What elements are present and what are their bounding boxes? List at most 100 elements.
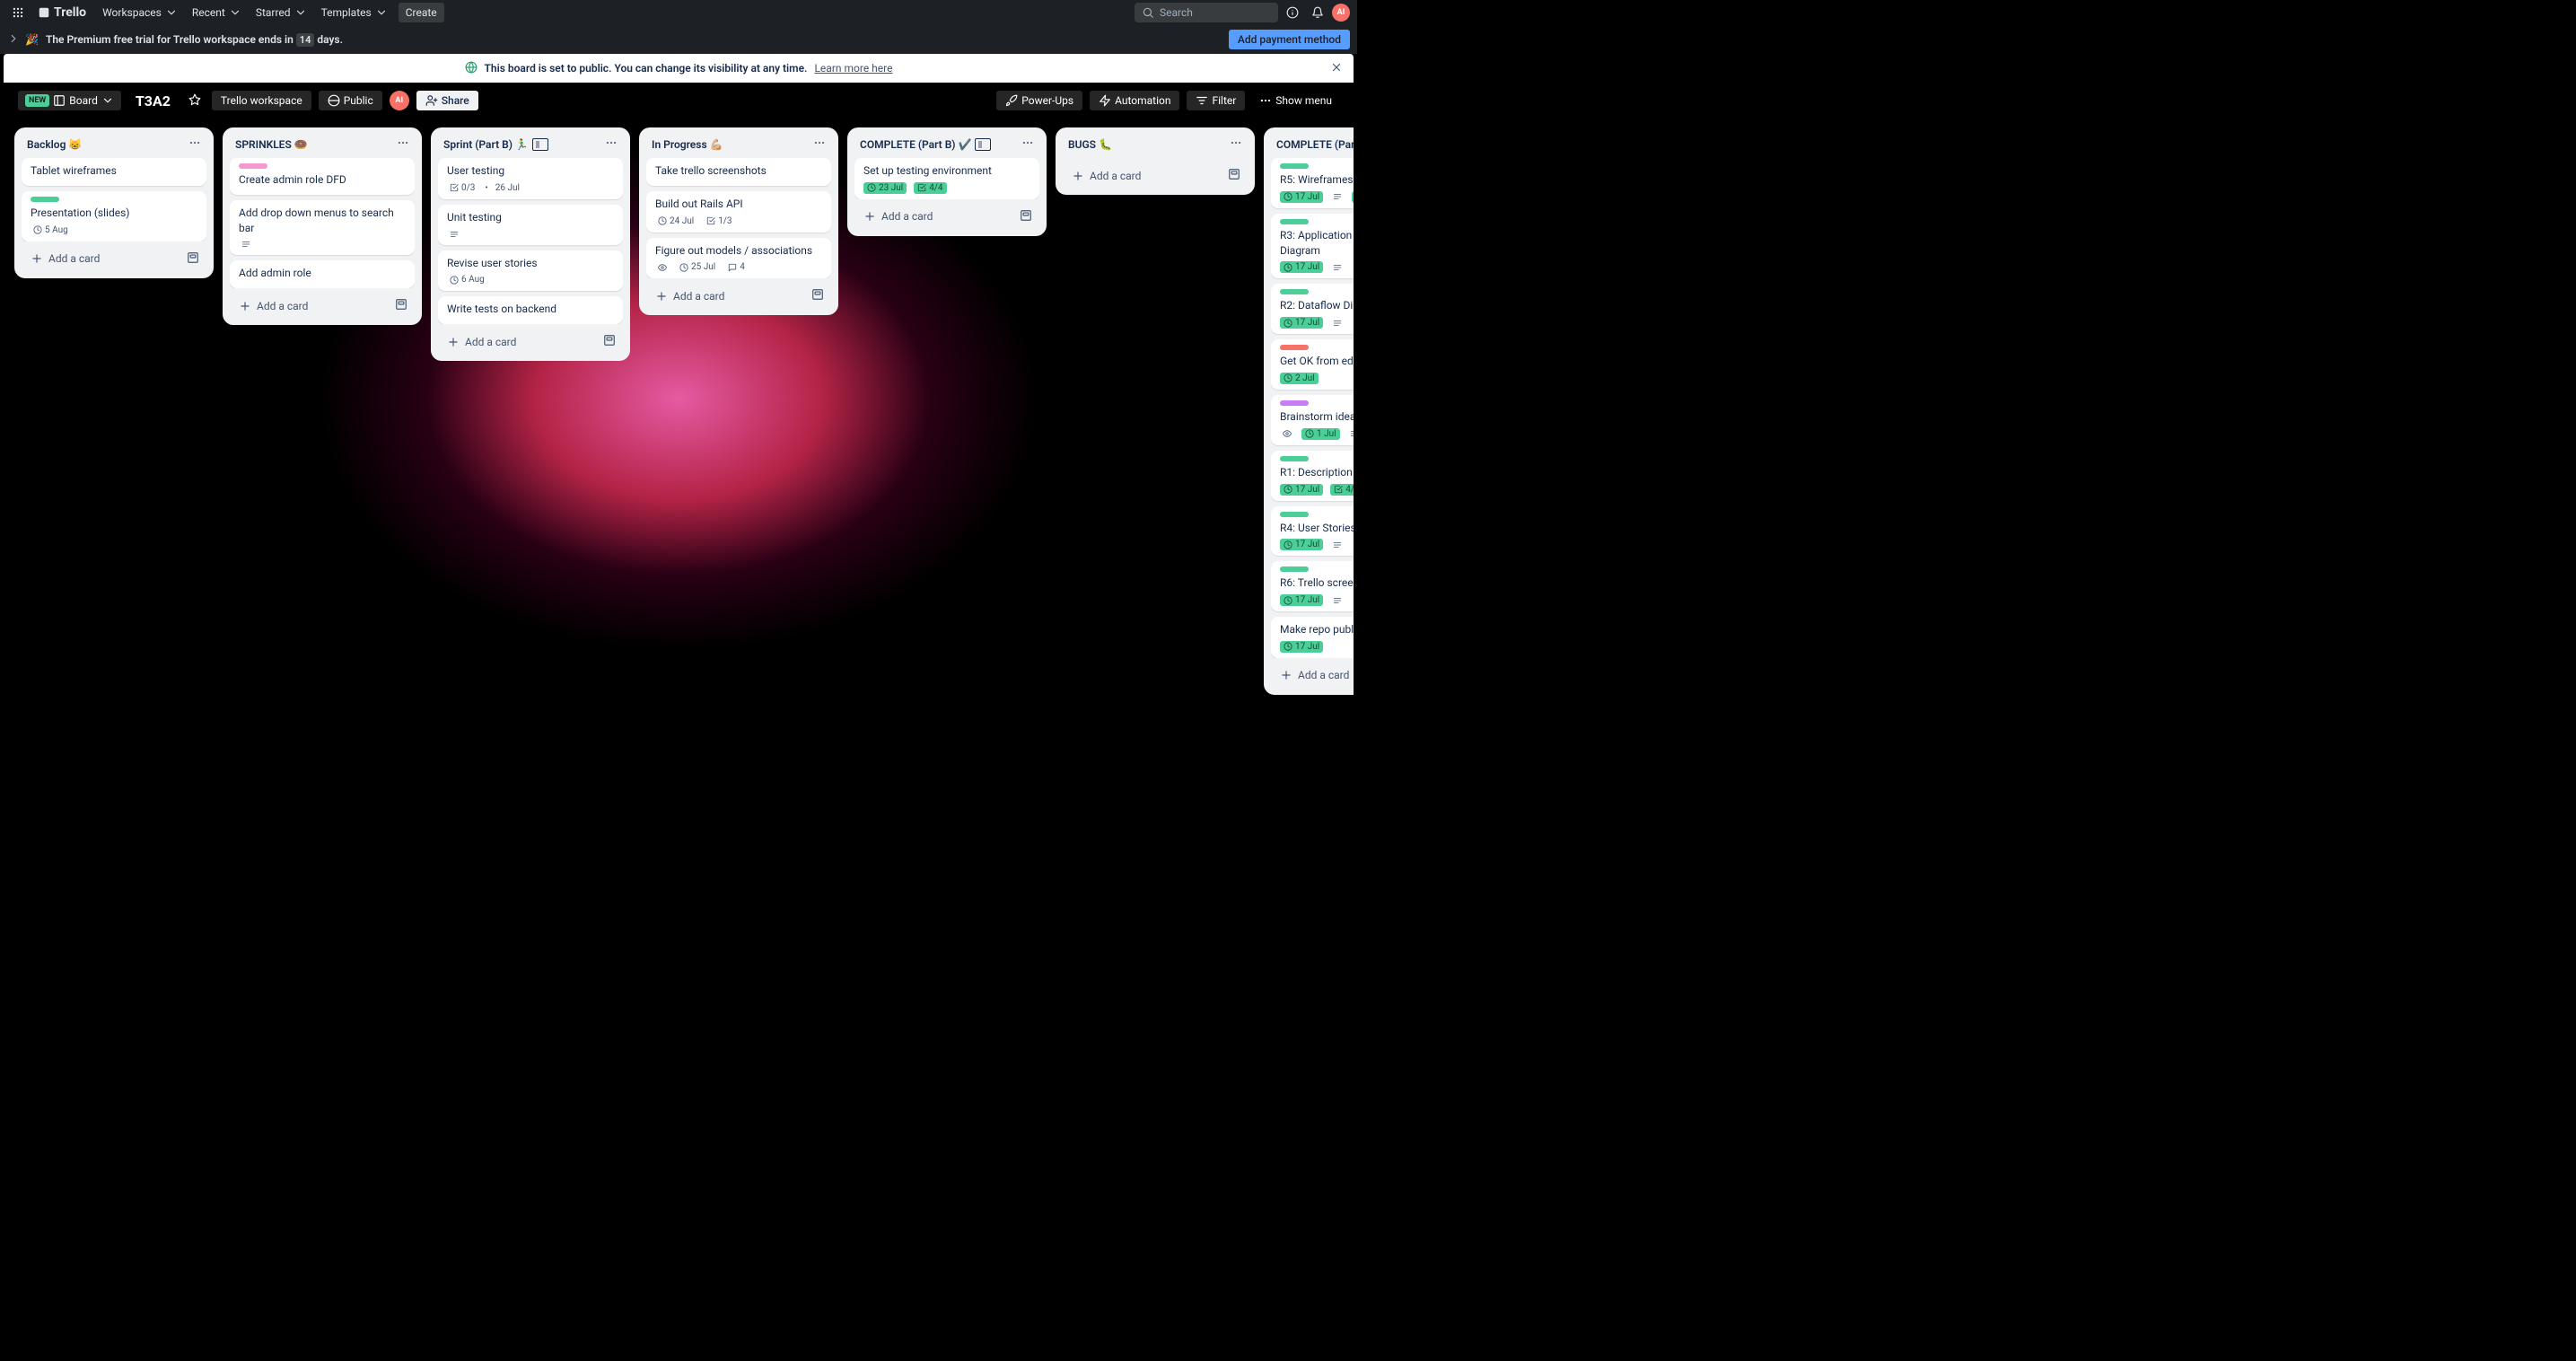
description-badge <box>1330 318 1345 329</box>
card-title: Tablet wireframes <box>31 163 197 179</box>
card[interactable]: Add drop down menus to search bar <box>230 200 415 256</box>
add-card-button[interactable]: Add a card <box>1275 665 1354 685</box>
chevron-down-icon <box>101 94 114 107</box>
add-card-button[interactable]: Add a card <box>650 286 808 306</box>
visibility-button[interactable]: Public <box>319 91 382 110</box>
add-payment-button[interactable]: Add payment method <box>1229 30 1350 49</box>
notifications-icon[interactable] <box>1307 2 1328 23</box>
nav-templates[interactable]: Templates <box>314 3 395 22</box>
lists-container[interactable]: Backlog 😸 Tablet wireframes Presentation … <box>4 119 1354 716</box>
nav-recent[interactable]: Recent <box>185 3 249 22</box>
card-title: Add drop down menus to search bar <box>239 206 406 236</box>
list-title[interactable]: COMPLETE (Part B) ✔️ <box>860 138 991 151</box>
card[interactable]: Figure out models / associations25 Jul4 <box>646 238 831 279</box>
list-menu-button[interactable] <box>1021 136 1034 153</box>
card[interactable]: User testing0/3•26 Jul <box>438 158 623 199</box>
search-input[interactable]: Search <box>1135 3 1278 22</box>
member-avatar[interactable]: AI <box>390 91 409 110</box>
share-button[interactable]: Share <box>416 91 478 110</box>
chevron-down-icon <box>229 6 241 19</box>
card[interactable]: Tablet wireframes <box>22 158 206 186</box>
card-label[interactable] <box>239 163 267 169</box>
card-template-button[interactable] <box>808 284 828 308</box>
card-label[interactable] <box>1280 219 1309 224</box>
card[interactable]: Build out Rails API24 Jul1/3 <box>646 191 831 233</box>
power-ups-button[interactable]: Power-Ups <box>996 91 1082 110</box>
card[interactable]: Set up testing environment23 Jul4/4 <box>854 158 1039 199</box>
list-title[interactable]: SPRINKLES 🍩 <box>235 138 308 151</box>
list-title[interactable]: In Progress 💪🏼 <box>652 138 723 151</box>
add-card-button[interactable]: Add a card <box>442 332 600 352</box>
card[interactable]: Make repo public17 Jul <box>1271 617 1354 658</box>
card[interactable]: R1: Description of website17 Jul4/4 <box>1271 451 1354 501</box>
description-badge <box>239 239 253 250</box>
list-menu-button[interactable] <box>605 136 618 153</box>
card[interactable]: Create admin role DFD <box>230 158 415 195</box>
card[interactable]: Unit testing <box>438 205 623 245</box>
board-name[interactable]: T3A2 <box>128 92 178 110</box>
card[interactable]: Add admin role <box>230 260 415 288</box>
card-label[interactable] <box>1280 345 1309 350</box>
learn-more-link[interactable]: Learn more here <box>814 62 892 75</box>
close-icon[interactable] <box>1330 61 1343 76</box>
info-icon[interactable] <box>1282 2 1303 23</box>
star-button[interactable] <box>185 89 205 113</box>
user-avatar[interactable]: AI <box>1332 4 1350 22</box>
list-menu-button[interactable] <box>188 136 201 153</box>
list-title[interactable]: COMPLETE (Part A) ✔️ <box>1276 138 1354 151</box>
list-title[interactable]: Backlog 😸 <box>27 138 82 151</box>
date-badge: 1 Jul <box>1301 428 1340 440</box>
card[interactable]: Revise user stories6 Aug <box>438 250 623 292</box>
card-template-button[interactable] <box>183 247 203 271</box>
list-title[interactable]: Sprint (Part B) 🏃‍♂️ <box>443 138 548 151</box>
card-label[interactable] <box>1280 400 1309 406</box>
show-menu-button[interactable]: Show menu <box>1252 91 1339 110</box>
create-button[interactable]: Create <box>399 3 444 22</box>
card[interactable]: R2: Dataflow Diagram17 Jul0/2 <box>1271 284 1354 334</box>
card[interactable]: R4: User Stories17 Jul <box>1271 506 1354 557</box>
filter-button[interactable]: Filter <box>1187 91 1245 110</box>
card[interactable]: R3: Application Architecture Diagram17 J… <box>1271 214 1354 279</box>
card[interactable]: Take trello screenshots <box>646 158 831 186</box>
list-menu-button[interactable] <box>1230 136 1242 153</box>
nav-workspaces[interactable]: Workspaces <box>95 3 185 22</box>
search-placeholder: Search <box>1160 6 1193 19</box>
card-label[interactable] <box>1280 289 1309 294</box>
card-title: R5: Wireframes <box>1280 172 1354 188</box>
trello-logo[interactable]: Trello <box>32 5 92 20</box>
add-card-button[interactable]: Add a card <box>233 296 391 316</box>
add-card-button[interactable]: Add a card <box>1066 166 1224 186</box>
card-template-button[interactable] <box>1016 205 1036 229</box>
board-view-switcher[interactable]: NEW Board <box>18 91 121 110</box>
card-template-button[interactable] <box>600 329 619 354</box>
automation-button[interactable]: Automation <box>1090 91 1179 110</box>
date-badge: 17 Jul <box>1280 539 1323 550</box>
add-card-button[interactable]: Add a card <box>858 206 1016 226</box>
card-template-button[interactable] <box>391 294 411 318</box>
card-label[interactable] <box>1280 163 1309 169</box>
card-template-button[interactable] <box>1224 163 1244 188</box>
list: COMPLETE (Part A) ✔️ R5: Wireframes17 Ju… <box>1264 127 1354 695</box>
list-menu-button[interactable] <box>813 136 826 153</box>
card[interactable]: Write tests on backend <box>438 296 623 324</box>
card[interactable]: Get OK from educators2 Jul <box>1271 339 1354 390</box>
card-label[interactable] <box>1280 566 1309 572</box>
workspace-button[interactable]: Trello workspace <box>212 91 311 110</box>
card[interactable]: R5: Wireframes17 Jul2/2 <box>1271 158 1354 208</box>
card-label[interactable] <box>1280 512 1309 517</box>
card-label[interactable] <box>31 197 59 202</box>
date-badge: 6 Aug <box>447 274 487 285</box>
list-menu-button[interactable] <box>397 136 409 153</box>
expand-sidebar-icon[interactable] <box>7 32 18 48</box>
apps-grid-icon[interactable] <box>7 2 29 23</box>
public-notice-text: This board is set to public. You can cha… <box>485 62 808 75</box>
card[interactable]: Brainstorm ideas1 Jul64/4 <box>1271 395 1354 445</box>
add-card-button[interactable]: Add a card <box>25 249 183 268</box>
card-label[interactable] <box>1280 456 1309 461</box>
nav-starred[interactable]: Starred <box>249 3 314 22</box>
card[interactable]: Presentation (slides)5 Aug <box>22 191 206 241</box>
list-title[interactable]: BUGS 🐛 <box>1068 138 1112 151</box>
card[interactable]: R6: Trello screenshots17 Jul <box>1271 561 1354 611</box>
date-badge: 17 Jul <box>1280 261 1323 273</box>
description-badge <box>447 229 461 240</box>
